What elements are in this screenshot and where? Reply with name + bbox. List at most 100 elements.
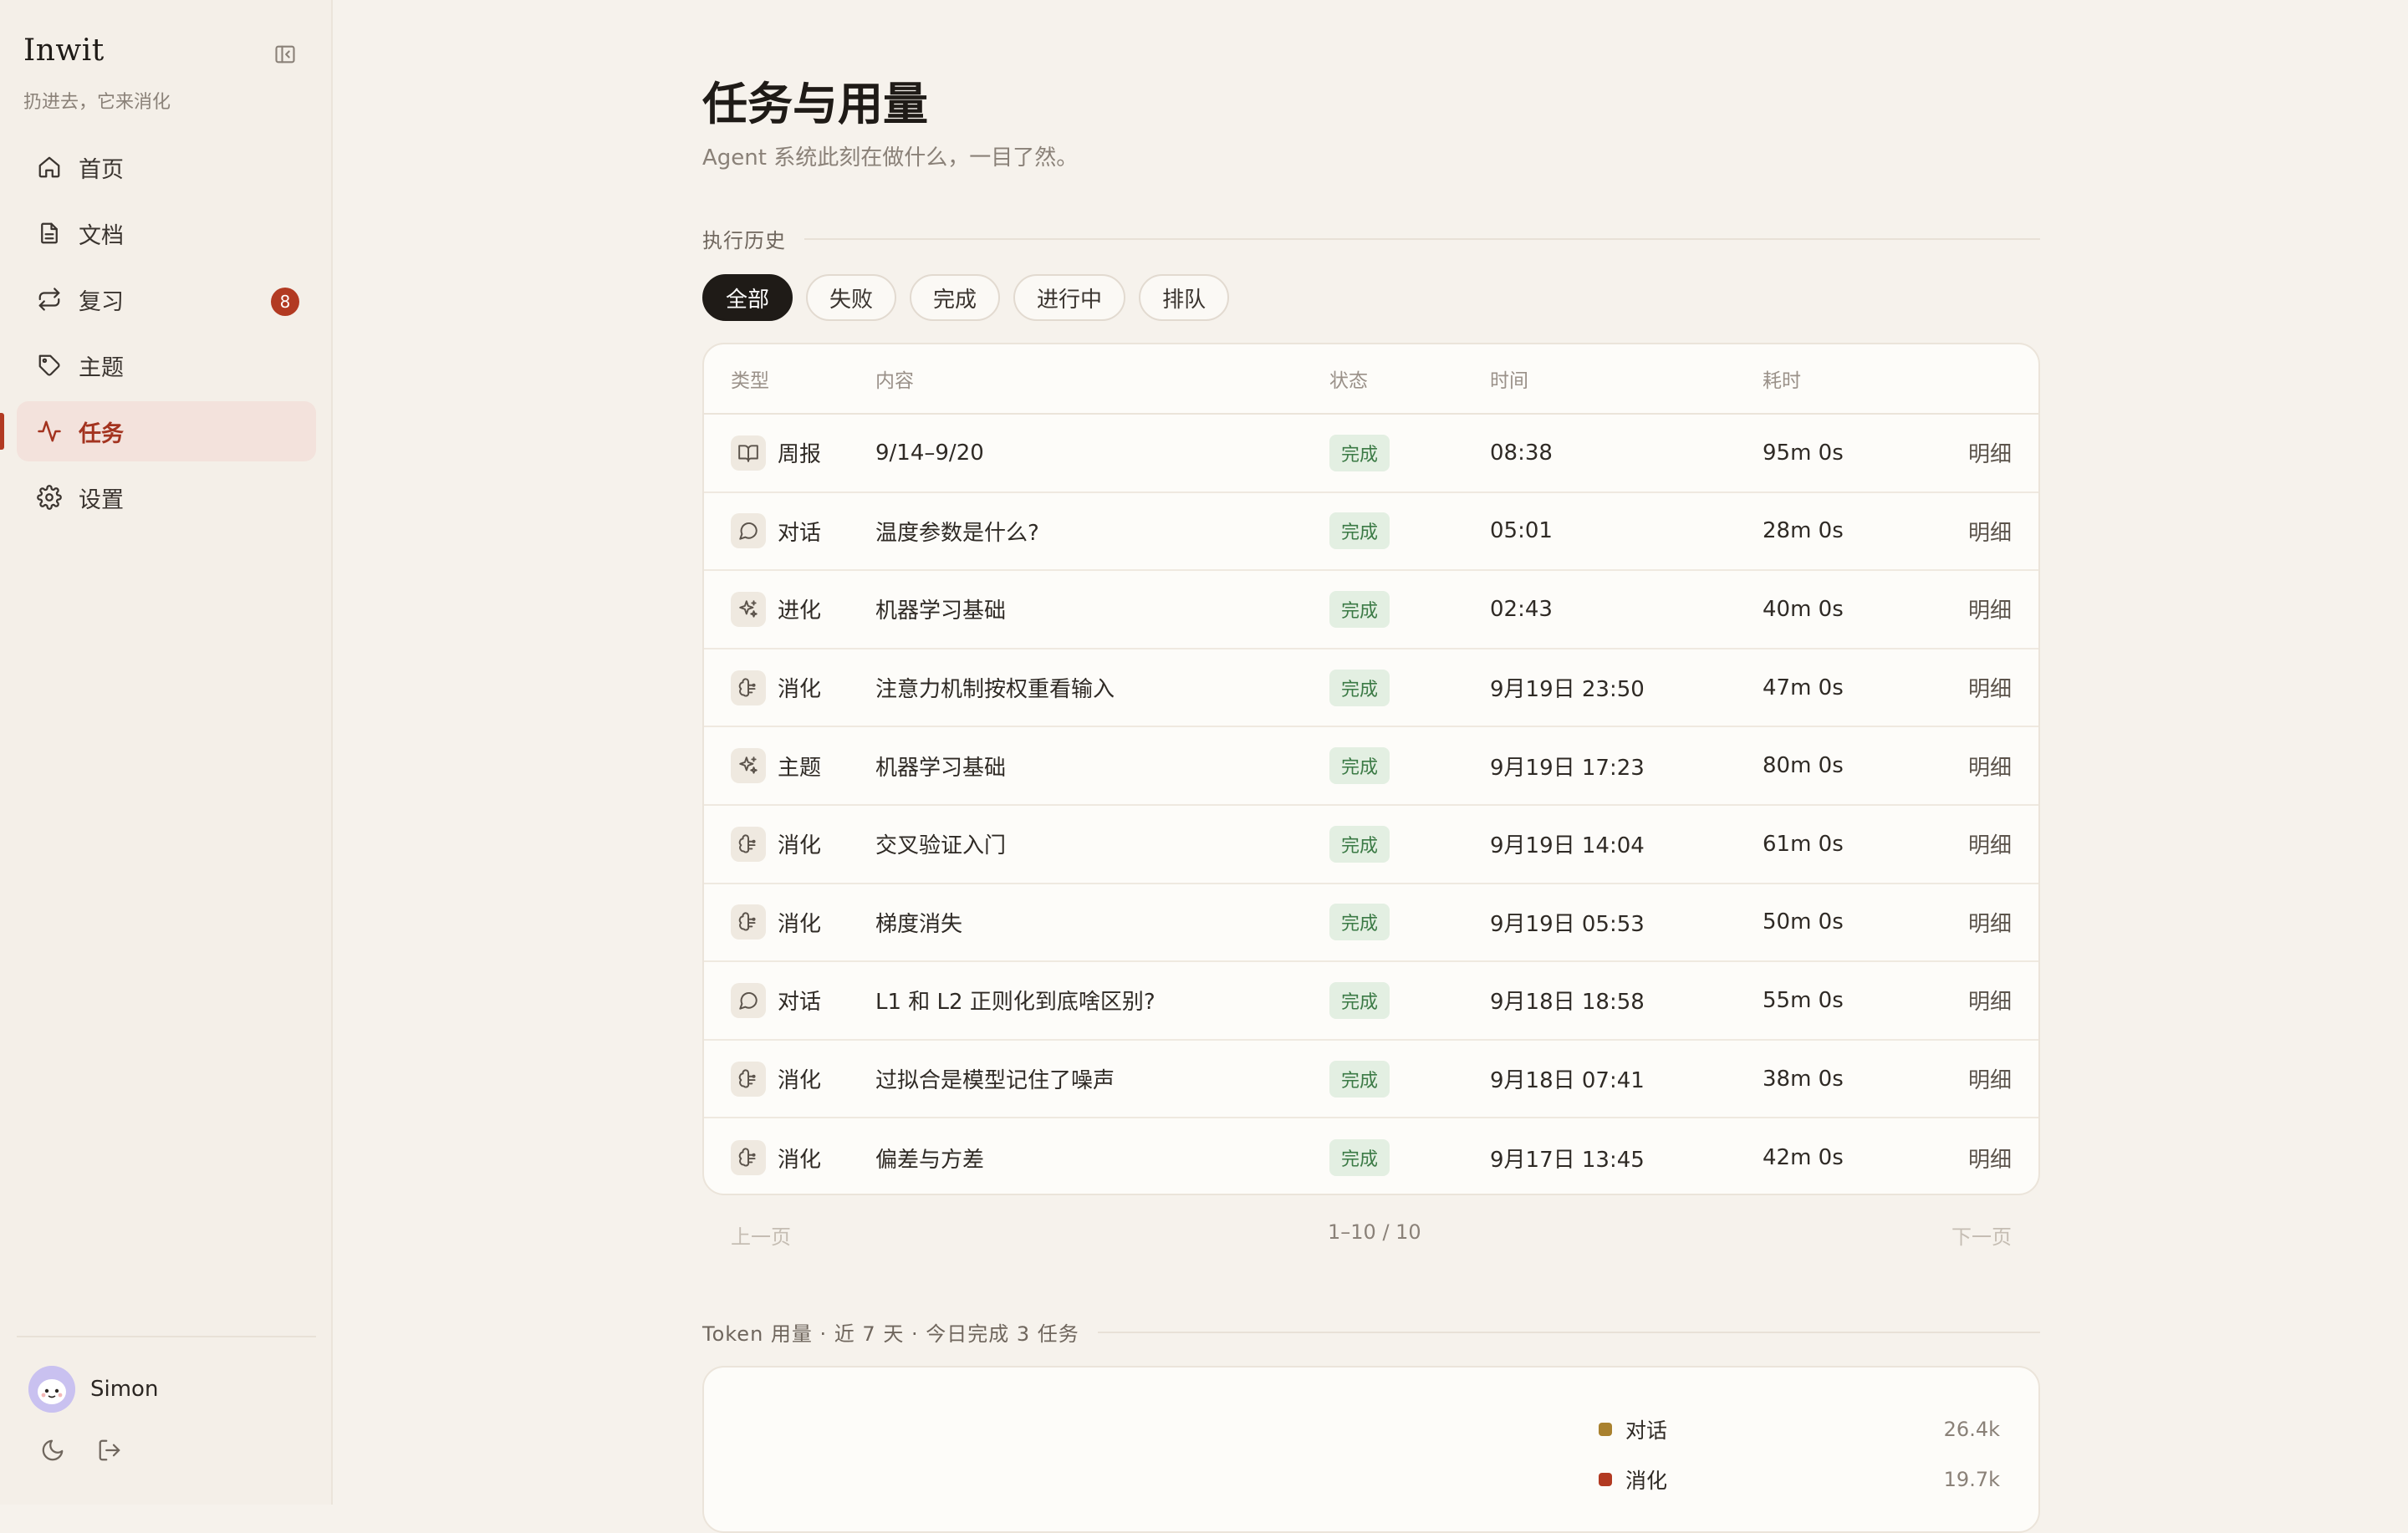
- row-type-label: 消化: [778, 1068, 822, 1094]
- row-content: 机器学习基础: [875, 598, 1007, 624]
- row-type-label: 消化: [778, 911, 822, 937]
- row-duration: 61m 0s: [1763, 831, 1844, 857]
- sidebar-item-tasks[interactable]: 任务: [0, 401, 316, 461]
- sidebar-item-review[interactable]: 复习 8: [17, 269, 316, 329]
- row-duration: 95m 0s: [1763, 440, 1844, 466]
- filter-queued[interactable]: 排队: [1139, 274, 1230, 321]
- book-icon: [731, 435, 766, 471]
- sidebar-item-label: 任务: [79, 420, 124, 447]
- table-row[interactable]: 消化 注意力机制按权重看输入 完成 9月19日 23:50 47m 0s 明细: [704, 649, 2038, 728]
- row-type-label: 消化: [778, 1147, 822, 1173]
- token-usage-card: 对话 26.4k 消化 19.7k: [702, 1366, 2040, 1533]
- row-content: 注意力机制按权重看输入: [875, 677, 1115, 703]
- row-time: 9月19日 17:23: [1490, 755, 1645, 781]
- row-type: 消化: [731, 1061, 822, 1097]
- legend-color-swatch: [1599, 1473, 1612, 1486]
- row-status: 完成: [1329, 904, 1390, 941]
- review-count-badge: 8: [271, 288, 299, 316]
- sidebar-item-topics[interactable]: 主题: [17, 335, 316, 395]
- history-section-title: 执行历史: [702, 229, 786, 252]
- row-content: 9/14–9/20: [875, 440, 984, 466]
- row-content: 机器学习基础: [875, 755, 1007, 781]
- prev-page-button[interactable]: 上一页: [731, 1220, 791, 1250]
- row-content: 梯度消失: [875, 911, 963, 937]
- row-time: 9月19日 05:53: [1490, 911, 1645, 937]
- row-detail-link[interactable]: 明细: [1968, 593, 2012, 624]
- page-info: 1–10 / 10: [1328, 1220, 1421, 1244]
- next-page-button[interactable]: 下一页: [1951, 1220, 2012, 1250]
- sidebar-item-settings[interactable]: 设置: [17, 467, 316, 527]
- row-time: 9月17日 13:45: [1490, 1147, 1645, 1173]
- row-duration: 55m 0s: [1763, 987, 1844, 1013]
- row-type: 对话: [731, 982, 822, 1018]
- sparkle-icon: [731, 748, 766, 784]
- row-detail-link[interactable]: 明细: [1968, 516, 2012, 547]
- legend-label: 对话: [1625, 1418, 1668, 1443]
- moon-icon: [42, 1439, 64, 1461]
- sidebar-divider: [17, 1336, 316, 1337]
- digest-icon: [731, 904, 766, 940]
- filter-completed[interactable]: 完成: [910, 274, 1001, 321]
- row-content: 偏差与方差: [875, 1147, 985, 1173]
- table-row[interactable]: 主题 机器学习基础 完成 9月19日 17:23 80m 0s 明细: [704, 727, 2038, 806]
- row-type-label: 对话: [778, 520, 822, 546]
- row-detail-link[interactable]: 明细: [1968, 672, 2012, 703]
- filter-running[interactable]: 进行中: [1013, 274, 1126, 321]
- task-history-table: 类型 内容 状态 时间 耗时 周报 9/14–9/20 完成 08:38 95m…: [702, 343, 2040, 1195]
- brand-logo[interactable]: Inwit: [23, 33, 105, 68]
- logout-icon: [99, 1439, 120, 1461]
- row-detail-link[interactable]: 明细: [1968, 437, 2012, 468]
- table-row[interactable]: 消化 交叉验证入门 完成 9月19日 14:04 61m 0s 明细: [704, 806, 2038, 884]
- table-row[interactable]: 消化 梯度消失 完成 9月19日 05:53 50m 0s 明细: [704, 884, 2038, 963]
- row-time: 9月18日 07:41: [1490, 1068, 1645, 1094]
- row-duration: 40m 0s: [1763, 596, 1844, 622]
- row-duration: 42m 0s: [1763, 1145, 1844, 1171]
- sidebar-item-documents[interactable]: 文档: [17, 203, 316, 263]
- filter-failed[interactable]: 失败: [806, 274, 897, 321]
- row-detail-link[interactable]: 明细: [1968, 985, 2012, 1016]
- pagination: 上一页 1–10 / 10 下一页: [702, 1220, 2040, 1254]
- sidebar-item-home[interactable]: 首页: [17, 137, 316, 197]
- row-type-label: 对话: [778, 990, 822, 1016]
- sidebar-collapse-button[interactable]: [273, 42, 298, 67]
- dark-mode-toggle-button[interactable]: [38, 1436, 67, 1464]
- table-row[interactable]: 周报 9/14–9/20 完成 08:38 95m 0s 明细: [704, 415, 2038, 493]
- row-status: 完成: [1329, 825, 1390, 863]
- row-time: 9月18日 18:58: [1490, 990, 1645, 1016]
- status-badge: 完成: [1329, 434, 1390, 471]
- row-detail-link[interactable]: 明细: [1968, 1143, 2012, 1174]
- table-row[interactable]: 消化 偏差与方差 完成 9月17日 13:45 42m 0s 明细: [704, 1118, 2038, 1194]
- sidebar: Inwit 扔进去，它来消化 首页 文档 复习 8 主题 任务 设置 Simon: [0, 0, 333, 1505]
- status-badge: 完成: [1329, 669, 1390, 706]
- row-type: 消化: [731, 904, 821, 940]
- user-profile[interactable]: Simon: [28, 1366, 158, 1413]
- row-detail-link[interactable]: 明细: [1968, 907, 2012, 938]
- row-type: 消化: [731, 1140, 822, 1176]
- row-content: 交叉验证入门: [875, 833, 1007, 859]
- history-section-header: 执行历史: [702, 224, 2040, 253]
- row-type: 消化: [731, 826, 821, 862]
- page-subtitle: Agent 系统此刻在做什么，一目了然。: [702, 145, 1079, 171]
- row-type-label: 消化: [778, 677, 822, 703]
- row-status: 完成: [1329, 1060, 1390, 1098]
- table-row[interactable]: 消化 过拟合是模型记住了噪声 完成 9月18日 07:41 38m 0s 明细: [704, 1041, 2038, 1119]
- row-detail-link[interactable]: 明细: [1968, 1063, 2012, 1094]
- status-badge: 完成: [1329, 904, 1390, 941]
- status-badge: 完成: [1329, 1139, 1390, 1177]
- table-header: 类型 内容 状态 时间 耗时: [704, 344, 2038, 415]
- row-type-label: 进化: [778, 598, 822, 624]
- logout-button[interactable]: [95, 1436, 124, 1464]
- table-row[interactable]: 对话 温度参数是什么? 完成 05:01 28m 0s 明细: [704, 493, 2038, 572]
- section-divider: [804, 237, 2040, 240]
- digest-icon: [731, 826, 766, 862]
- table-row[interactable]: 对话 L1 和 L2 正则化到底啥区别? 完成 9月18日 18:58 55m …: [704, 962, 2038, 1041]
- table-body: 周报 9/14–9/20 完成 08:38 95m 0s 明细 对话 温度参数是…: [704, 415, 2038, 1194]
- column-header-time: 时间: [1490, 370, 1528, 392]
- row-content: 温度参数是什么?: [875, 520, 1039, 546]
- filter-all[interactable]: 全部: [702, 274, 793, 321]
- row-detail-link[interactable]: 明细: [1968, 751, 2012, 782]
- chat-icon: [731, 513, 766, 549]
- table-row[interactable]: 进化 机器学习基础 完成 02:43 40m 0s 明细: [704, 571, 2038, 649]
- row-detail-link[interactable]: 明细: [1968, 828, 2012, 859]
- row-content: L1 和 L2 正则化到底啥区别?: [875, 990, 1156, 1016]
